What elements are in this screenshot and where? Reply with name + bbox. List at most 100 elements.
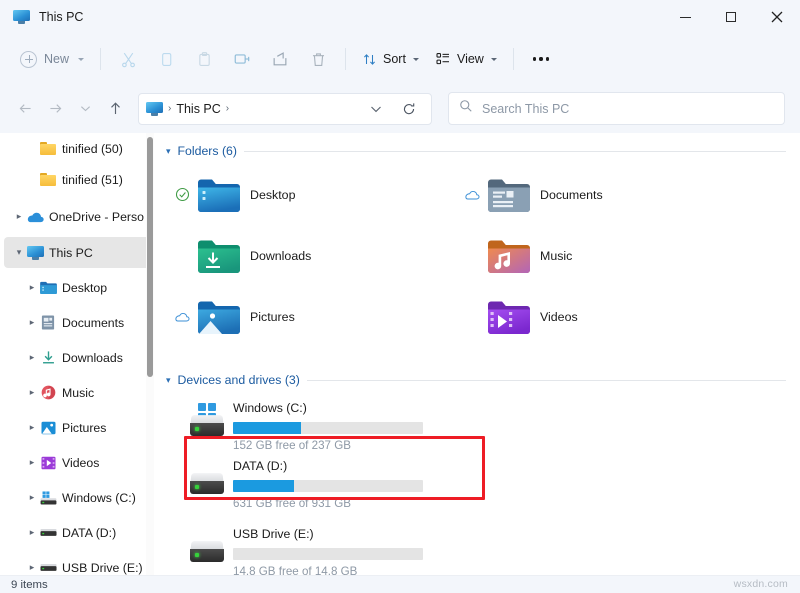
sidebar-item-label: USB Drive (E:) xyxy=(62,560,143,575)
sidebar-item-windows-c[interactable]: ▸ Windows (C:) xyxy=(4,482,151,513)
cut-icon[interactable] xyxy=(109,42,147,76)
status-bar: 9 items xyxy=(0,576,800,593)
drive-name: Windows (C:) xyxy=(233,401,307,415)
sidebar-item-this-pc[interactable]: ▾ This PC xyxy=(4,237,151,268)
chevron-right-icon[interactable]: ▸ xyxy=(25,387,39,398)
chevron-down-icon[interactable]: ▾ xyxy=(166,375,171,386)
windows-drive-icon xyxy=(181,393,233,443)
breadcrumb-separator: › xyxy=(168,103,172,114)
folders-grid: Desktop Documents Downloads Music Pictur… xyxy=(155,164,800,347)
drive-name: DATA (D:) xyxy=(233,459,288,473)
folder-icon xyxy=(39,173,57,186)
sidebar-item-music[interactable]: ▸ Music xyxy=(4,377,151,408)
chevron-right-icon[interactable]: ▸ xyxy=(25,352,39,363)
view-button[interactable]: View xyxy=(427,42,505,76)
back-arrow-icon[interactable] xyxy=(10,94,40,124)
sidebar-item-tinified-50[interactable]: ▸ tinified (50) xyxy=(4,133,151,164)
drive-name: USB Drive (E:) xyxy=(233,527,314,541)
chevron-right-icon[interactable]: ▸ xyxy=(25,282,39,293)
drives-group-header[interactable]: ▾ Devices and drives (3) xyxy=(155,367,800,393)
sidebar-item-pictures[interactable]: ▸ Pictures xyxy=(4,412,151,443)
chevron-down-icon xyxy=(78,57,85,61)
folder-item-desktop[interactable]: Desktop xyxy=(169,164,459,225)
breadcrumb[interactable]: › This PC › xyxy=(138,92,432,125)
refresh-icon[interactable] xyxy=(394,94,424,124)
drive-capacity-fill xyxy=(233,422,302,434)
drive-capacity-fill xyxy=(233,480,294,492)
chevron-right-icon[interactable]: ▸ xyxy=(25,317,39,328)
share-icon[interactable] xyxy=(261,42,299,76)
drive-icon xyxy=(39,563,57,573)
sidebar-item-label: Music xyxy=(62,385,95,400)
sidebar-item-onedrive[interactable]: ▸ OneDrive - Perso xyxy=(4,201,151,232)
folder-name: Downloads xyxy=(250,248,312,263)
chevron-right-icon[interactable]: ▸ xyxy=(12,211,26,222)
navigation-pane[interactable]: ▸ tinified (50) ▸ tinified (51) ▸ OneDri… xyxy=(0,133,155,576)
chevron-down-icon[interactable]: ▾ xyxy=(166,146,171,157)
chevron-right-icon[interactable]: ▸ xyxy=(25,527,39,538)
desktop-folder-icon xyxy=(39,281,57,294)
minimize-icon[interactable] xyxy=(662,0,708,34)
music-folder-icon xyxy=(485,234,533,278)
forward-arrow-icon[interactable] xyxy=(40,94,70,124)
sidebar-item-videos[interactable]: ▸ Videos xyxy=(4,447,151,478)
chevron-down-icon xyxy=(412,57,419,61)
videos-folder-icon xyxy=(485,295,533,339)
documents-folder-icon xyxy=(485,173,533,217)
sidebar-item-downloads[interactable]: ▸ Downloads xyxy=(4,342,151,373)
folders-group-header[interactable]: ▾ Folders (6) xyxy=(155,138,800,164)
drive-item-usb-drive-e[interactable]: USB Drive (E:) 14.8 GB free of 14.8 GB xyxy=(181,519,501,578)
rename-icon[interactable] xyxy=(223,42,261,76)
chevron-right-icon[interactable]: ▸ xyxy=(25,492,39,503)
sort-button[interactable]: Sort xyxy=(354,42,427,76)
chevron-down-icon[interactable] xyxy=(361,94,391,124)
divider xyxy=(243,150,786,152)
drive-item-windows-c[interactable]: Windows (C:) 152 GB free of 237 GB xyxy=(181,393,501,452)
command-bar: New Sort View xyxy=(0,34,800,84)
sidebar-item-label: Videos xyxy=(62,455,100,470)
drive-free-space: 631 GB free of 931 GB xyxy=(233,497,351,510)
close-icon[interactable] xyxy=(754,0,800,34)
folder-item-downloads[interactable]: Downloads xyxy=(169,225,459,286)
maximize-icon[interactable] xyxy=(708,0,754,34)
chevron-right-icon[interactable]: ▸ xyxy=(25,422,39,433)
new-button[interactable]: New xyxy=(16,46,92,73)
monitor-icon xyxy=(26,245,44,260)
sidebar-item-usb-drive-e[interactable]: ▸ USB Drive (E:) xyxy=(4,552,151,576)
drive-item-data-d[interactable]: DATA (D:) 631 GB free of 931 GB xyxy=(181,451,481,510)
chevron-right-icon[interactable]: ▸ xyxy=(25,562,39,573)
folder-item-pictures[interactable]: Pictures xyxy=(169,286,459,347)
paste-icon[interactable] xyxy=(185,42,223,76)
desktop-folder-icon xyxy=(195,173,243,217)
windows-drive-icon xyxy=(39,490,57,505)
sidebar-scrollbar-thumb[interactable] xyxy=(147,137,153,377)
sidebar-item-label: Documents xyxy=(62,315,125,330)
breadcrumb-path[interactable]: This PC xyxy=(176,102,220,116)
sidebar-item-desktop[interactable]: ▸ Desktop xyxy=(4,272,151,303)
search-icon xyxy=(459,99,473,118)
drive-icon xyxy=(39,528,57,538)
documents-folder-icon xyxy=(39,315,57,330)
sidebar-item-tinified-51[interactable]: ▸ tinified (51) xyxy=(4,164,151,195)
see-more-icon[interactable] xyxy=(522,42,560,76)
chevron-right-icon[interactable]: ▸ xyxy=(25,457,39,468)
sidebar-item-label: tinified (50) xyxy=(62,141,123,156)
drive-capacity-bar xyxy=(233,480,423,492)
copy-icon[interactable] xyxy=(147,42,185,76)
recent-locations-icon[interactable] xyxy=(70,94,100,124)
up-arrow-icon[interactable] xyxy=(100,94,130,124)
chevron-down-icon[interactable]: ▾ xyxy=(12,247,26,258)
folder-name: Videos xyxy=(540,309,578,324)
search-box[interactable]: Search This PC xyxy=(448,92,785,125)
sidebar-item-data-d[interactable]: ▸ DATA (D:) xyxy=(4,517,151,548)
folder-icon xyxy=(39,142,57,155)
folder-name: Desktop xyxy=(250,187,296,202)
items-view: ▾ Folders (6) Desktop Documents Download… xyxy=(155,133,800,578)
folder-name: Music xyxy=(540,248,573,263)
folder-item-music[interactable]: Music xyxy=(459,225,749,286)
window-controls xyxy=(662,0,800,34)
sidebar-item-documents[interactable]: ▸ Documents xyxy=(4,307,151,338)
folder-item-documents[interactable]: Documents xyxy=(459,164,749,225)
folder-item-videos[interactable]: Videos xyxy=(459,286,749,347)
delete-icon[interactable] xyxy=(299,42,337,76)
